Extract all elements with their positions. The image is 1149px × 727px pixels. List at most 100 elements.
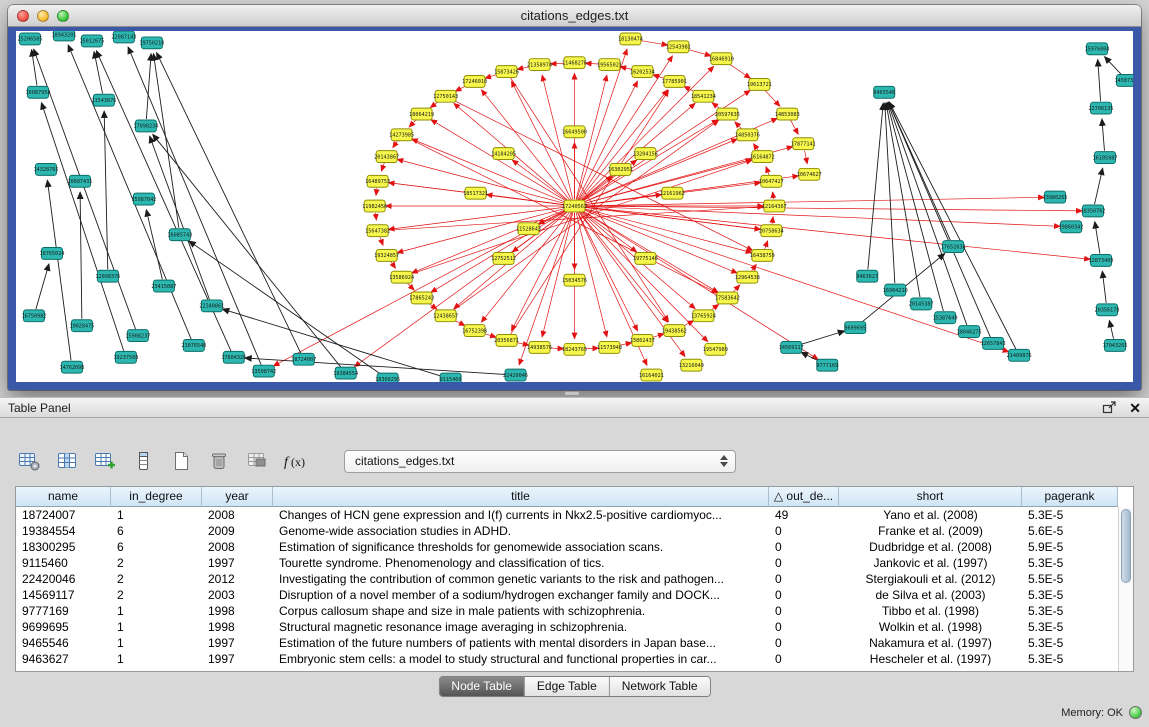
graph-node[interactable]: 14569117 bbox=[779, 341, 804, 353]
graph-node[interactable]: 20758634 bbox=[759, 225, 784, 237]
graph-node[interactable]: 14587320 bbox=[1115, 75, 1133, 87]
graph-node[interactable]: 13980265 bbox=[1043, 191, 1068, 203]
table-scrollbar[interactable] bbox=[1118, 507, 1133, 671]
column-header-0[interactable]: name bbox=[16, 487, 111, 507]
import-table-icon[interactable] bbox=[90, 447, 120, 475]
table-row[interactable]: 1456911722003Disruption of a novel membe… bbox=[16, 587, 1133, 603]
graph-node[interactable]: 9699695 bbox=[844, 322, 866, 334]
graph-node[interactable]: 18541234 bbox=[691, 90, 716, 102]
column-header-6[interactable]: pagerank bbox=[1022, 487, 1118, 507]
graph-node[interactable]: 21358974 bbox=[527, 59, 552, 71]
graph-node[interactable]: 16087954 bbox=[25, 86, 50, 98]
graph-node[interactable]: 22706135 bbox=[1089, 102, 1114, 114]
table-mode-icon[interactable] bbox=[14, 447, 44, 475]
graph-node[interactable]: 22420046 bbox=[503, 369, 528, 381]
graph-node[interactable]: 16750982 bbox=[21, 310, 46, 322]
graph-node[interactable]: 12964538 bbox=[735, 271, 760, 283]
graph-node[interactable]: 16302951 bbox=[608, 163, 633, 175]
graph-node[interactable]: 13216049 bbox=[679, 359, 704, 371]
graph-node[interactable]: 19438562 bbox=[662, 325, 687, 337]
graph-node[interactable]: 16489753 bbox=[365, 175, 390, 187]
graph-node[interactable]: 15034576 bbox=[562, 274, 587, 286]
graph-node[interactable]: 19237508 bbox=[113, 351, 138, 363]
graph-node[interactable]: 13508742 bbox=[251, 365, 276, 377]
graph-node[interactable]: 15862437 bbox=[630, 335, 655, 347]
graph-node[interactable]: 16649500 bbox=[562, 126, 587, 138]
graph-node[interactable]: 21076548 bbox=[181, 339, 206, 351]
column-settings-icon[interactable] bbox=[128, 447, 158, 475]
table-row[interactable]: 946554611997Estimation of the future num… bbox=[16, 635, 1133, 651]
graph-node[interactable]: 12543981 bbox=[666, 41, 691, 53]
graph-node[interactable]: 10674627 bbox=[797, 168, 822, 180]
tab-node-table[interactable]: Node Table bbox=[439, 677, 525, 696]
column-header-2[interactable]: year bbox=[202, 487, 273, 507]
graph-node[interactable]: 19324857 bbox=[374, 250, 399, 262]
graph-node[interactable]: 11528643 bbox=[516, 223, 541, 235]
table-row[interactable]: 946362711997Embryonic stem cells: a mode… bbox=[16, 651, 1133, 667]
graph-node[interactable]: 12164367 bbox=[762, 200, 787, 212]
graph-node[interactable]: 22087143 bbox=[111, 31, 136, 43]
graph-node[interactable]: 17804326 bbox=[221, 351, 246, 363]
graph-node[interactable]: 18765024 bbox=[39, 248, 64, 260]
graph-node[interactable]: 20356871 bbox=[494, 335, 519, 347]
graph-node[interactable]: 15976804 bbox=[1085, 43, 1110, 55]
graph-node[interactable]: 20687431 bbox=[67, 175, 92, 187]
graph-node[interactable]: 16752398 bbox=[462, 325, 487, 337]
citation-network-graph[interactable]: 1724056312164367106474271616487214850376… bbox=[16, 31, 1133, 382]
column-header-3[interactable]: title bbox=[273, 487, 769, 507]
graph-node[interactable]: 18724007 bbox=[291, 353, 316, 365]
graph-node[interactable]: 14762098 bbox=[59, 361, 84, 373]
graph-node[interactable]: 19547989 bbox=[703, 343, 728, 355]
graph-node[interactable]: 16202534 bbox=[630, 66, 655, 78]
graph-node[interactable]: 19028475 bbox=[69, 320, 94, 332]
graph-node[interactable]: 9463627 bbox=[856, 270, 878, 282]
graph-node[interactable]: 18243765 bbox=[562, 343, 587, 355]
table-row[interactable]: 977716911998Corpus callosum shape and si… bbox=[16, 603, 1133, 619]
graph-node[interactable]: 14853083 bbox=[775, 108, 800, 120]
network-window-titlebar[interactable]: citations_edges.txt bbox=[8, 5, 1141, 27]
graph-node[interactable]: 9115460 bbox=[440, 373, 462, 382]
delete-table-icon[interactable] bbox=[204, 447, 234, 475]
minimize-window-button[interactable] bbox=[37, 10, 49, 22]
graph-node[interactable]: 21543876 bbox=[91, 94, 116, 106]
graph-node[interactable]: 20597635 bbox=[715, 108, 740, 120]
graph-node[interactable]: 15987042 bbox=[131, 193, 156, 205]
graph-node[interactable]: 19750218 bbox=[139, 37, 164, 49]
graph-node[interactable]: 16846910 bbox=[709, 53, 734, 65]
graph-node[interactable]: 17877141 bbox=[791, 138, 816, 150]
graph-node[interactable]: 17583642 bbox=[715, 292, 740, 304]
close-window-button[interactable] bbox=[17, 10, 29, 22]
graph-node[interactable]: 17098234 bbox=[133, 120, 158, 132]
close-panel-icon[interactable]: ✕ bbox=[1129, 401, 1141, 415]
graph-node[interactable]: 18350762 bbox=[1081, 205, 1106, 217]
create-table-icon[interactable] bbox=[166, 447, 196, 475]
graph-node[interactable]: 18064219 bbox=[409, 108, 434, 120]
function-builder-icon[interactable]: f (x) bbox=[280, 447, 310, 475]
graph-node[interactable]: 9465546 bbox=[873, 86, 895, 98]
table-selector-dropdown[interactable]: citations_edges.txt bbox=[344, 450, 736, 473]
graph-node[interactable]: 15387649 bbox=[933, 312, 958, 324]
graph-node[interactable]: 16438759 bbox=[750, 250, 775, 262]
graph-node[interactable]: 19613721 bbox=[747, 78, 772, 90]
graph-node[interactable]: 10647427 bbox=[759, 175, 784, 187]
graph-node[interactable]: 25206505 bbox=[18, 33, 43, 45]
graph-node[interactable]: 9777169 bbox=[816, 359, 838, 371]
graph-node[interactable]: 12752512 bbox=[491, 252, 516, 264]
graph-node[interactable]: 14850376 bbox=[735, 129, 760, 141]
graph-node[interactable]: 18943201 bbox=[51, 31, 76, 41]
graph-node[interactable]: 16164872 bbox=[750, 151, 775, 163]
graph-node[interactable]: 13765924 bbox=[691, 310, 716, 322]
memory-indicator-icon[interactable] bbox=[1129, 706, 1142, 719]
table-row[interactable]: 2242004622012Investigating the contribut… bbox=[16, 571, 1133, 587]
graph-node[interactable]: 19775146 bbox=[633, 252, 658, 264]
graph-node[interactable]: 15873426 bbox=[494, 66, 519, 78]
graph-node[interactable]: 20356178 bbox=[1095, 304, 1120, 316]
graph-node[interactable]: 14273985 bbox=[389, 129, 414, 141]
graph-node[interactable]: 14328765 bbox=[33, 163, 58, 175]
table-row[interactable]: 1938455462009Genome-wide association stu… bbox=[16, 523, 1133, 539]
column-header-4[interactable]: △ out_de... bbox=[769, 487, 839, 507]
panel-resize-handle[interactable] bbox=[564, 391, 580, 396]
graph-node[interactable]: 12161962 bbox=[660, 187, 685, 199]
graph-node[interactable]: 13586924 bbox=[389, 271, 414, 283]
graph-node[interactable]: 11982456 bbox=[362, 200, 387, 212]
